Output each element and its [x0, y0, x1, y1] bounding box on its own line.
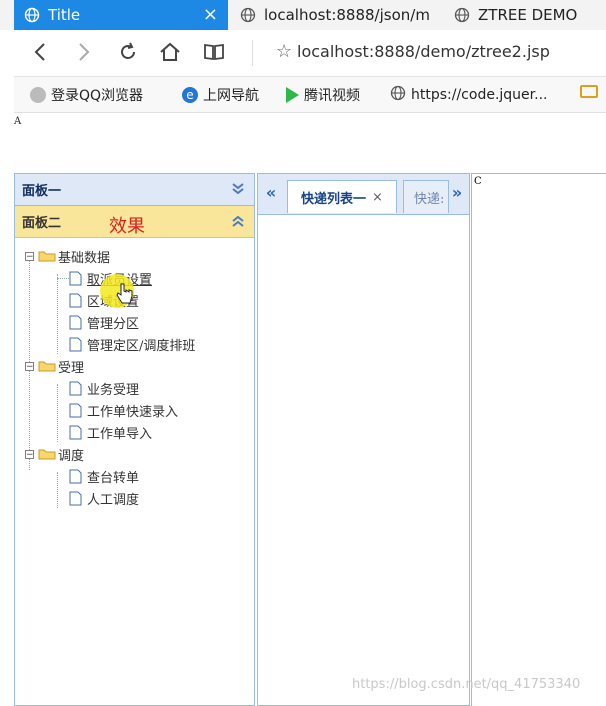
tree-leaf-label: 查台转单	[87, 470, 140, 486]
tab-title: Title	[48, 6, 81, 24]
bookmarks-bar: 登录QQ浏览器 e 上网导航 腾讯视频 https://code.jquer..…	[14, 77, 606, 113]
east-label: C	[474, 176, 482, 187]
tree-folder-label: 受理	[58, 360, 85, 376]
user-icon	[30, 87, 46, 103]
back-button[interactable]	[26, 38, 54, 66]
panel-title: 面板一	[22, 184, 62, 199]
tree-leaf-label: 业务受理	[87, 382, 140, 398]
document-icon	[69, 293, 82, 307]
panel-title: 面板二	[22, 216, 62, 231]
bookmark-item[interactable]: 腾讯视频	[286, 85, 360, 105]
scroll-right-icon[interactable]: »	[448, 182, 466, 202]
browser-tab-3[interactable]: ZTREE DEMO	[444, 0, 606, 30]
document-icon	[69, 315, 82, 329]
globe-icon	[390, 85, 406, 105]
tree-leaf-node[interactable]: 管理定区/调度排班	[53, 334, 195, 354]
bookmark-item[interactable]: https://code.jquer...	[390, 85, 547, 105]
close-icon[interactable]: ×	[372, 190, 383, 205]
close-tab-icon[interactable]: ×	[203, 4, 218, 25]
reader-mode-icon[interactable]	[200, 38, 228, 66]
tree-folder-node[interactable]: − 调度	[25, 444, 84, 464]
tree-folder-node[interactable]: − 受理	[25, 356, 84, 376]
bookmark-item[interactable]: e 上网导航	[182, 85, 259, 105]
folder-icon[interactable]	[580, 85, 598, 98]
globe-icon	[24, 7, 40, 23]
navigation-bar: ☆ localhost:8888/demo/ztree2.jsp	[14, 30, 606, 77]
accordion-panel-2-header[interactable]: 面板二 效果	[15, 206, 254, 238]
tree-leaf-label: 工作单快速录入	[87, 404, 179, 420]
home-button[interactable]	[156, 38, 184, 66]
folder-open-icon	[38, 251, 56, 262]
tree-leaf-label: 人工调度	[87, 492, 140, 508]
tree-folder-label: 基础数据	[58, 250, 111, 266]
tree-folder-label: 调度	[58, 448, 85, 464]
document-icon	[69, 469, 82, 483]
tab-express-list-2[interactable]: 快递:	[403, 180, 449, 213]
browser-tab-2[interactable]: localhost:8888/json/m	[230, 0, 440, 30]
document-icon	[69, 403, 82, 417]
collapse-chevron-icon[interactable]	[230, 213, 246, 229]
tab-express-list-1[interactable]: 快递列表一 ×	[287, 180, 397, 213]
ie-icon: e	[182, 87, 198, 103]
effect-annotation: 效果	[109, 216, 145, 237]
west-region: 面板一 面板二 效果 − 基础数据 取派员设置	[14, 173, 255, 706]
document-icon	[69, 271, 82, 285]
hand-pointer-icon	[116, 283, 133, 304]
tab-title: ZTREE DEMO	[478, 6, 578, 24]
tree-leaf-label: 管理定区/调度排班	[87, 338, 196, 354]
watermark: https://blog.csdn.net/qq_41753340	[352, 677, 581, 692]
collapse-toggle-icon[interactable]: −	[25, 449, 34, 459]
north-label: A	[14, 116, 22, 127]
center-tab-strip: « 快递列表一 × 快递: »	[258, 174, 469, 215]
tree-leaf-node[interactable]: 工作单导入	[53, 422, 152, 442]
folder-open-icon	[38, 449, 56, 460]
document-icon	[69, 425, 82, 439]
tree-leaf-node[interactable]: 人工调度	[53, 488, 139, 508]
browser-tab-bar: Title × localhost:8888/json/m ZTREE DEMO	[0, 0, 606, 30]
forward-button[interactable]	[70, 38, 98, 66]
address-bar[interactable]: localhost:8888/demo/ztree2.jsp	[297, 42, 550, 61]
browser-tab-active[interactable]: Title ×	[14, 0, 228, 30]
globe-icon	[240, 7, 256, 23]
scroll-left-icon[interactable]: «	[262, 182, 280, 202]
tree-leaf-label: 管理分区	[87, 316, 140, 332]
tree-leaf-node[interactable]: 工作单快速录入	[53, 400, 178, 420]
east-region: C	[471, 173, 606, 706]
tab-title: localhost:8888/json/m	[264, 6, 430, 24]
document-icon	[69, 381, 82, 395]
tab-label: 快递列表一	[301, 191, 367, 207]
tree-leaf-node[interactable]: 查台转单	[53, 466, 139, 486]
divider	[252, 40, 253, 66]
video-play-icon	[286, 87, 299, 103]
bookmark-label: 登录QQ浏览器	[51, 88, 144, 104]
folder-open-icon	[38, 361, 56, 372]
globe-icon	[454, 7, 470, 23]
bookmark-label: 上网导航	[203, 88, 259, 104]
bookmark-star-icon[interactable]: ☆	[276, 41, 292, 62]
north-region: A	[14, 113, 606, 173]
tree-leaf-node[interactable]: 管理分区	[53, 312, 139, 332]
tree-leaf-node[interactable]: 业务受理	[53, 378, 139, 398]
bookmark-label: https://code.jquer...	[411, 87, 548, 103]
window-edge	[0, 30, 14, 706]
bookmark-label: 腾讯视频	[304, 88, 360, 104]
bookmark-item[interactable]: 登录QQ浏览器	[30, 85, 143, 105]
document-icon	[69, 337, 82, 351]
expand-chevron-icon[interactable]	[230, 181, 246, 197]
tab-label: 快递:	[414, 191, 445, 207]
tree-leaf-label: 工作单导入	[87, 426, 153, 442]
document-icon	[69, 491, 82, 505]
accordion-panel-1-header[interactable]: 面板一	[15, 174, 254, 206]
collapse-toggle-icon[interactable]: −	[25, 361, 34, 371]
page-content: A 面板一 面板二 效果 − 基础数据 管理分区 管理定区/调度排班 − 受理 …	[14, 113, 606, 706]
reload-button[interactable]	[114, 38, 142, 66]
center-region: « 快递列表一 × 快递: »	[257, 173, 470, 706]
tree-folder-node[interactable]: − 基础数据	[25, 246, 110, 266]
collapse-toggle-icon[interactable]: −	[25, 251, 34, 261]
